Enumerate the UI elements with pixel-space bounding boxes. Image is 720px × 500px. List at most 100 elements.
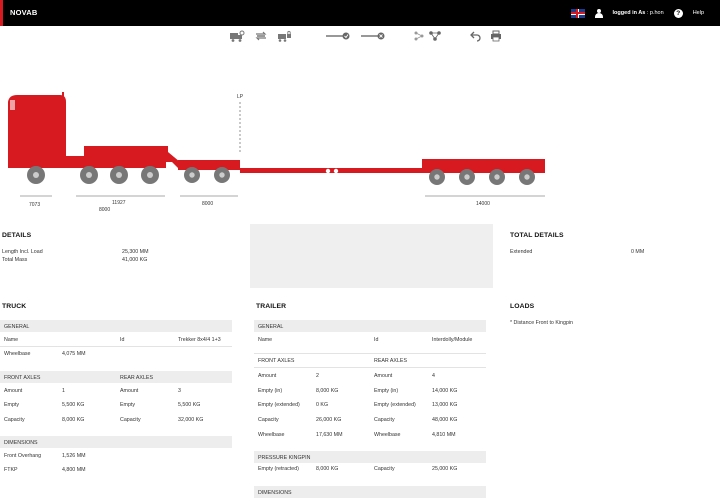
details-mass-label: Total Mass — [2, 257, 28, 263]
truck-front-overhang-label: Front Overhang — [4, 453, 42, 459]
trailer-rear-amount-value: 4 — [432, 373, 435, 379]
trailer-front-axles-title: FRONT AXLES — [258, 358, 295, 364]
lp-label: LP — [237, 94, 244, 100]
trailer-general-title: GENERAL — [258, 323, 284, 330]
truck-rear-capacity-label: Capacity — [120, 417, 141, 423]
help-link[interactable]: Help — [693, 10, 704, 16]
trailer-rear-empty-in-value: 14,000 KG — [432, 388, 458, 394]
print-icon[interactable] — [490, 30, 502, 42]
trailer-rear-axles-title: REAR AXLES — [374, 358, 407, 364]
trailer-kingpin-empty-value: 8,000 KG — [316, 466, 339, 472]
truck-front-amount-value: 1 — [62, 388, 65, 394]
trailer-rear-wheelbase-label: Wheelbase — [374, 432, 401, 438]
truck-dimensions-bar: DIMENSIONS — [0, 436, 232, 448]
trailer-kingpin-bar: PRESSURE KINGPIN — [254, 451, 486, 463]
truck-axles-bar: FRONT AXLES REAR AXLES — [0, 371, 232, 383]
trailer-front-wheelbase-value: 17,630 MM — [316, 432, 343, 438]
trailer-front-amount-value: 2 — [316, 373, 319, 379]
truck-rear-empty-value: 5,500 KG — [178, 402, 201, 408]
trailer-id-label: Id — [374, 337, 379, 343]
loads-note: * Distance Front to Kingpin — [510, 320, 574, 326]
front-bogie[interactable] — [178, 160, 240, 170]
user-icon — [594, 8, 603, 18]
uk-flag-icon[interactable] — [570, 8, 585, 18]
trailer-rear-capacity-value: 48,000 KG — [432, 417, 458, 423]
trailer-front-amount-label: Amount — [258, 373, 277, 379]
trailer-rear-empty-ext-value: 13,000 KG — [432, 402, 458, 408]
total-extended-label: Extended — [510, 249, 533, 255]
trailer-general-bar: GENERAL — [254, 320, 486, 332]
swap-icon[interactable] — [254, 30, 268, 42]
trailer-front-capacity-value: 26,000 KG — [316, 417, 342, 423]
trailer-rear-wheelbase-value: 4,810 MM — [432, 432, 456, 438]
total-extended-value: 0 MM — [631, 249, 645, 255]
trailer-dimensions-bar: DIMENSIONS — [254, 486, 486, 498]
trailer-rear-empty-in-label: Empty (in) — [374, 388, 399, 394]
truck-wheelbase-label: Wheelbase — [4, 351, 31, 357]
lock-vehicle-icon[interactable] — [277, 30, 292, 42]
trailer-kingpin-title: PRESSURE KINGPIN — [258, 454, 311, 461]
trailer-front-empty-ext-value: 0 KG — [316, 402, 329, 408]
truck-general-title: GENERAL — [4, 323, 30, 330]
trailer-title: TRAILER — [256, 303, 287, 310]
trailer-front-empty-ext-label: Empty (extended) — [258, 402, 300, 408]
loads-title: LOADS — [510, 303, 535, 310]
truck-ftkp-value: 4,800 MM — [62, 467, 86, 473]
total-details-title: TOTAL DETAILS — [510, 232, 564, 239]
truck-front-capacity-label: Capacity — [4, 417, 25, 423]
trailer-name-label: Name — [258, 337, 273, 343]
logged-in-label: logged in As — [612, 10, 646, 16]
truck-front-overhang-value: 1,526 MM — [62, 453, 86, 459]
truck-rear-amount-value: 3 — [178, 388, 181, 394]
divider — [254, 367, 486, 368]
truck-ftkp-label: FTKP — [4, 467, 18, 473]
summary-panel — [250, 224, 493, 288]
vehicle-drawing: LP 7073 11927 8000 8000 14000 — [8, 92, 545, 213]
add-axle-icon[interactable] — [325, 30, 351, 42]
help-icon[interactable]: ? — [673, 8, 683, 18]
truck-title: TRUCK — [2, 303, 27, 310]
brand-logo[interactable]: NOVAB — [10, 8, 38, 17]
dim-tractor: 7073 — [29, 202, 40, 208]
truck-dimensions-title: DIMENSIONS — [4, 439, 38, 446]
toolbar — [0, 26, 720, 46]
trailer-kingpin-capacity-label: Capacity — [374, 466, 395, 472]
divider — [0, 346, 232, 347]
trailer-id-value: Interdolly/Module — [432, 337, 473, 343]
trailer-front-empty-in-value: 8,000 KG — [316, 388, 339, 394]
dim-front-bogie: 8000 — [202, 201, 213, 207]
network-icon[interactable] — [413, 30, 425, 42]
truck-name-label: Name — [4, 337, 19, 343]
trailer-kingpin-capacity-value: 25,000 KG — [432, 466, 458, 472]
deck-marker-icon — [333, 168, 339, 174]
tractor-cab[interactable] — [8, 92, 88, 168]
dim-rear: 14000 — [476, 201, 490, 207]
dim-dolly: 11927 — [112, 200, 126, 206]
trailer-front-capacity-label: Capacity — [258, 417, 279, 423]
remove-axle-icon[interactable] — [360, 30, 386, 42]
deck-extension[interactable] — [240, 168, 425, 173]
trailer-dimensions-title: DIMENSIONS — [258, 489, 292, 496]
truck-general-bar: GENERAL — [0, 320, 232, 332]
truck-wheelbase-value: 4,075 MM — [62, 351, 86, 357]
truck-front-amount-label: Amount — [4, 388, 23, 394]
dim-dolly-sub: 8000 — [99, 207, 110, 213]
truck-rear-empty-label: Empty — [120, 402, 136, 408]
logged-in-text[interactable]: logged in As : p.hon — [613, 10, 664, 16]
undo-icon[interactable] — [469, 30, 481, 42]
divider — [254, 353, 486, 354]
details-title: DETAILS — [2, 232, 32, 239]
details-mass-value: 41,000 KG — [122, 257, 148, 263]
details-length-label: Length Incl. Load — [2, 249, 43, 255]
trailer-front-wheelbase-label: Wheelbase — [258, 432, 285, 438]
truck-front-axles-title: FRONT AXLES — [4, 374, 41, 381]
truck-settings-icon[interactable] — [229, 30, 245, 42]
deck-marker-icon — [325, 168, 331, 174]
trailer-front-empty-in-label: Empty (in) — [258, 388, 283, 394]
trailer-rear-empty-ext-label: Empty (extended) — [374, 402, 416, 408]
username: : p.hon — [646, 10, 664, 16]
truck-front-capacity-value: 8,000 KG — [62, 417, 85, 423]
truck-rear-capacity-value: 32,000 KG — [178, 417, 204, 423]
truck-rear-axles-title: REAR AXLES — [120, 374, 153, 381]
network-active-icon[interactable] — [428, 30, 442, 42]
